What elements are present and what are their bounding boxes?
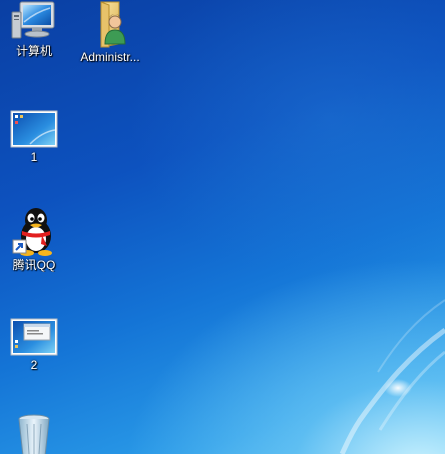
desktop-icon-file-1[interactable]: 1	[2, 110, 66, 164]
computer-icon	[11, 1, 55, 39]
administrator-label: Administr...	[80, 50, 140, 64]
desktop-icon-administrator[interactable]: Administr...	[74, 0, 146, 64]
recycle-bin-icon	[18, 414, 50, 454]
desktop[interactable]: 计算机 Administr... 1 腾讯QQ 2	[0, 0, 445, 454]
desktop-icon-qq[interactable]: 腾讯QQ	[2, 206, 66, 272]
computer-label: 计算机	[15, 44, 52, 58]
desktop-icon-recycle-bin[interactable]	[2, 414, 66, 454]
qq-penguin-shortcut-icon	[12, 208, 52, 256]
file-1-label: 1	[30, 150, 38, 164]
desktop-icon-file-2[interactable]: 2	[2, 318, 66, 372]
screenshot-thumbnail-icon	[10, 110, 58, 148]
wallpaper-swoosh	[339, 299, 445, 454]
user-folder-icon	[100, 1, 126, 48]
desktop-icon-computer[interactable]: 计算机	[2, 0, 66, 58]
file-2-label: 2	[30, 358, 38, 372]
qq-label: 腾讯QQ	[12, 258, 56, 272]
screenshot-thumbnail-icon	[10, 318, 58, 356]
